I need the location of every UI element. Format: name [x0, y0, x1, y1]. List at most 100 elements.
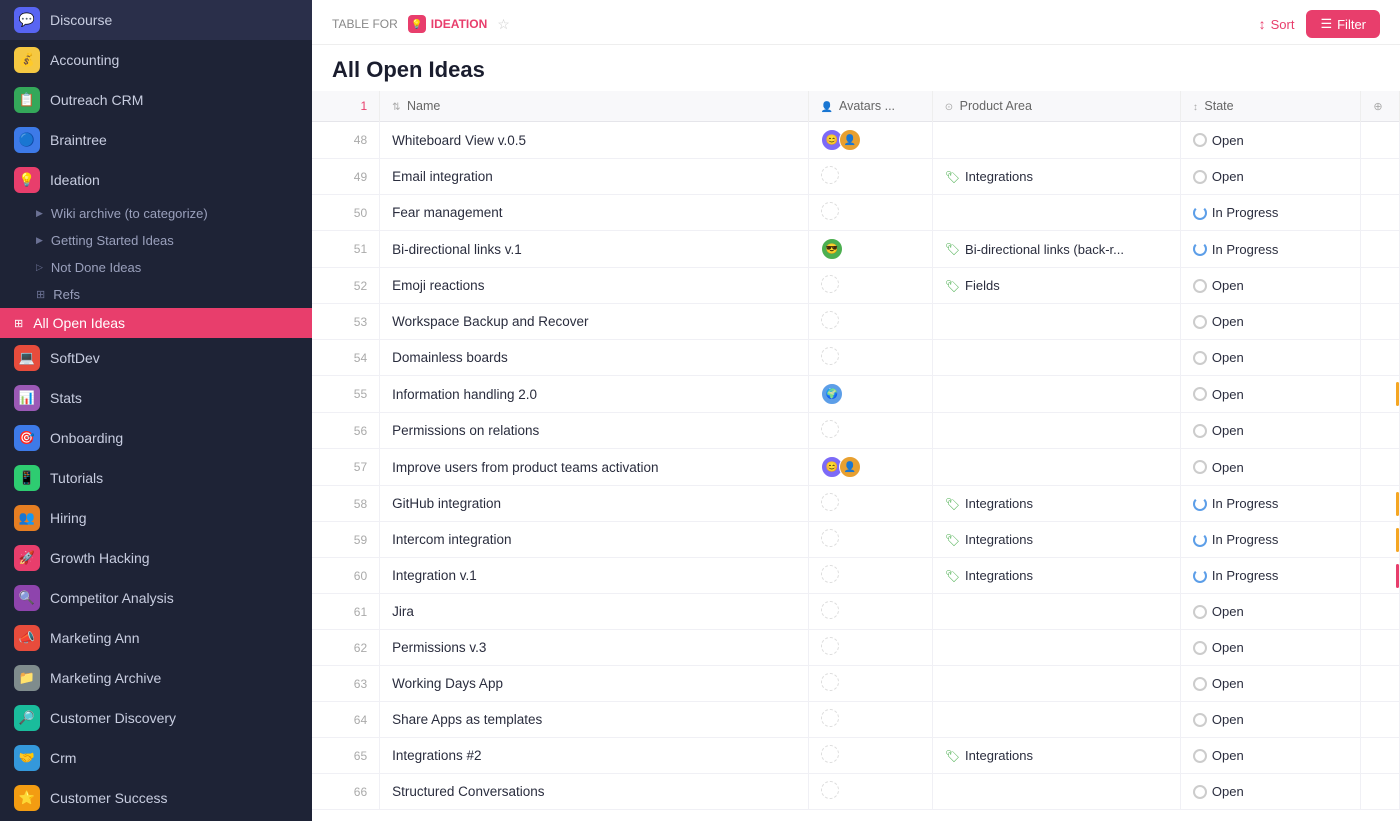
sidebar-sub-refs[interactable]: ⊞ Refs — [0, 281, 312, 308]
sidebar-item-braintree[interactable]: 🔵 Braintree — [0, 120, 312, 160]
table-row[interactable]: 65Integrations #2🏷IntegrationsOpen — [312, 738, 1400, 774]
empty-avatar — [821, 637, 839, 655]
cell-product-area — [932, 630, 1180, 666]
table-row[interactable]: 56Permissions on relationsOpen — [312, 413, 1400, 449]
sidebar-item-onboarding[interactable]: 🎯 Onboarding — [0, 418, 312, 458]
table-row[interactable]: 66Structured ConversationsOpen — [312, 774, 1400, 810]
cell-avatars — [808, 738, 932, 774]
page-title-row: All Open Ideas — [312, 45, 1400, 91]
cell-name: Emoji reactions — [380, 268, 809, 304]
cell-avatars: 😎 — [808, 231, 932, 268]
sidebar-sub-all-open-ideas[interactable]: ⊞ All Open Ideas — [0, 308, 312, 338]
table-row[interactable]: 50Fear managementIn Progress — [312, 195, 1400, 231]
sidebar-item-hiring[interactable]: 👥 Hiring — [0, 498, 312, 538]
product-area-col-icon: ⊙ — [945, 102, 953, 113]
table-row[interactable]: 60Integration v.1🏷IntegrationsIn Progres… — [312, 558, 1400, 594]
table-row[interactable]: 57Improve users from product teams activ… — [312, 449, 1400, 486]
sidebar-sub-wiki-archive[interactable]: ▶ Wiki archive (to categorize) — [0, 200, 312, 227]
cell-product-area — [932, 376, 1180, 413]
cell-product-area — [932, 774, 1180, 810]
state-label: Open — [1212, 169, 1244, 184]
cell-num: 57 — [312, 449, 380, 486]
cell-num: 63 — [312, 666, 380, 702]
table-row[interactable]: 53Workspace Backup and RecoverOpen — [312, 304, 1400, 340]
sidebar-item-outreach-crm[interactable]: 📋 Outreach CRM — [0, 80, 312, 120]
cell-name: Domainless boards — [380, 340, 809, 376]
table-row[interactable]: 59Intercom integration🏷IntegrationsIn Pr… — [312, 522, 1400, 558]
product-area-label: Integrations — [965, 496, 1033, 511]
triangle-icon: ▶ — [36, 235, 43, 246]
status-dot — [1193, 785, 1207, 799]
product-area-label: Bi-directional links (back-r... — [965, 242, 1124, 257]
row-flag — [1396, 564, 1399, 588]
sidebar-item-ideation[interactable]: 💡 Ideation — [0, 160, 312, 200]
cell-flag — [1361, 449, 1400, 486]
cell-product-area: 🏷Integrations — [932, 486, 1180, 522]
sidebar-item-stats[interactable]: 📊 Stats — [0, 378, 312, 418]
table-row[interactable]: 52Emoji reactions🏷FieldsOpen — [312, 268, 1400, 304]
ideation-badge: 💡 IDEATION — [408, 15, 487, 33]
state-label: Open — [1212, 712, 1244, 727]
state-label: Open — [1212, 423, 1244, 438]
cell-avatars — [808, 195, 932, 231]
cell-num: 58 — [312, 486, 380, 522]
table-row[interactable]: 49Email integration🏷IntegrationsOpen — [312, 159, 1400, 195]
cell-name: Working Days App — [380, 666, 809, 702]
product-area-label: Integrations — [965, 532, 1033, 547]
cell-num: 52 — [312, 268, 380, 304]
sidebar-sub-getting-started[interactable]: ▶ Getting Started Ideas — [0, 227, 312, 254]
status-dot — [1193, 279, 1207, 293]
table-row[interactable]: 58GitHub integration🏷IntegrationsIn Prog… — [312, 486, 1400, 522]
table-row[interactable]: 62Permissions v.3Open — [312, 630, 1400, 666]
cell-product-area: 🏷Integrations — [932, 159, 1180, 195]
cell-product-area — [932, 449, 1180, 486]
topbar: TABLE FOR 💡 IDEATION ☆ ↕ Sort ☰ Filter — [312, 0, 1400, 45]
sidebar-label-customer-discovery: Customer Discovery — [50, 710, 176, 726]
sidebar-item-tutorials[interactable]: 📱 Tutorials — [0, 458, 312, 498]
cell-flag — [1361, 486, 1400, 522]
topbar-left: TABLE FOR 💡 IDEATION ☆ — [332, 15, 510, 33]
sidebar-item-customer-success[interactable]: ⭐ Customer Success — [0, 778, 312, 818]
avatar: 👤 — [839, 129, 861, 151]
col-product-area[interactable]: ⊙ Product Area — [932, 91, 1180, 122]
table-row[interactable]: 61JiraOpen — [312, 594, 1400, 630]
col-state[interactable]: ↕ State — [1180, 91, 1360, 122]
sidebar-item-accounting[interactable]: 💰 Accounting — [0, 40, 312, 80]
sidebar-item-discourse[interactable]: 💬 Discourse — [0, 0, 312, 40]
table-row[interactable]: 55Information handling 2.0🌍Open — [312, 376, 1400, 413]
filter-button[interactable]: ☰ Filter — [1306, 10, 1380, 38]
state-label: Open — [1212, 133, 1244, 148]
sidebar-item-marketing-archive[interactable]: 📁 Marketing Archive — [0, 658, 312, 698]
filter-icon: ☰ — [1320, 16, 1332, 32]
col-avatars[interactable]: 👤 Avatars ... — [808, 91, 932, 122]
table-row[interactable]: 51Bi-directional links v.1😎🏷Bi-direction… — [312, 231, 1400, 268]
sidebar-item-marketing-ann[interactable]: 📣 Marketing Ann — [0, 618, 312, 658]
cell-state: Open — [1180, 666, 1360, 702]
table-row[interactable]: 48Whiteboard View v.0.5😊👤Open — [312, 122, 1400, 159]
status-dot — [1193, 315, 1207, 329]
table-row[interactable]: 64Share Apps as templatesOpen — [312, 702, 1400, 738]
tutorials-icon: 📱 — [14, 465, 40, 491]
col-name[interactable]: ⇅ Name — [380, 91, 809, 122]
cell-flag — [1361, 594, 1400, 630]
cell-product-area: 🏷Integrations — [932, 558, 1180, 594]
sidebar-item-crm[interactable]: 🤝 Crm — [0, 738, 312, 778]
cell-avatars — [808, 413, 932, 449]
sidebar-item-growth-hacking[interactable]: 🚀 Growth Hacking — [0, 538, 312, 578]
sidebar-item-competitor-analysis[interactable]: 🔍 Competitor Analysis — [0, 578, 312, 618]
status-dot — [1193, 133, 1207, 147]
sidebar-label-braintree: Braintree — [50, 132, 107, 148]
sidebar-label-discourse: Discourse — [50, 12, 112, 28]
sidebar-item-customer-discovery[interactable]: 🔎 Customer Discovery — [0, 698, 312, 738]
sidebar-item-softdev[interactable]: 💻 SoftDev — [0, 338, 312, 378]
cell-flag — [1361, 340, 1400, 376]
sort-button[interactable]: ↕ Sort — [1259, 16, 1295, 32]
cell-state: Open — [1180, 738, 1360, 774]
cell-state: Open — [1180, 376, 1360, 413]
favorite-star-icon[interactable]: ☆ — [497, 16, 510, 33]
cell-avatars — [808, 774, 932, 810]
cell-product-area — [932, 122, 1180, 159]
sidebar-sub-not-done[interactable]: ▷ Not Done Ideas — [0, 254, 312, 281]
table-row[interactable]: 63Working Days App Open — [312, 666, 1400, 702]
table-row[interactable]: 54Domainless boardsOpen — [312, 340, 1400, 376]
